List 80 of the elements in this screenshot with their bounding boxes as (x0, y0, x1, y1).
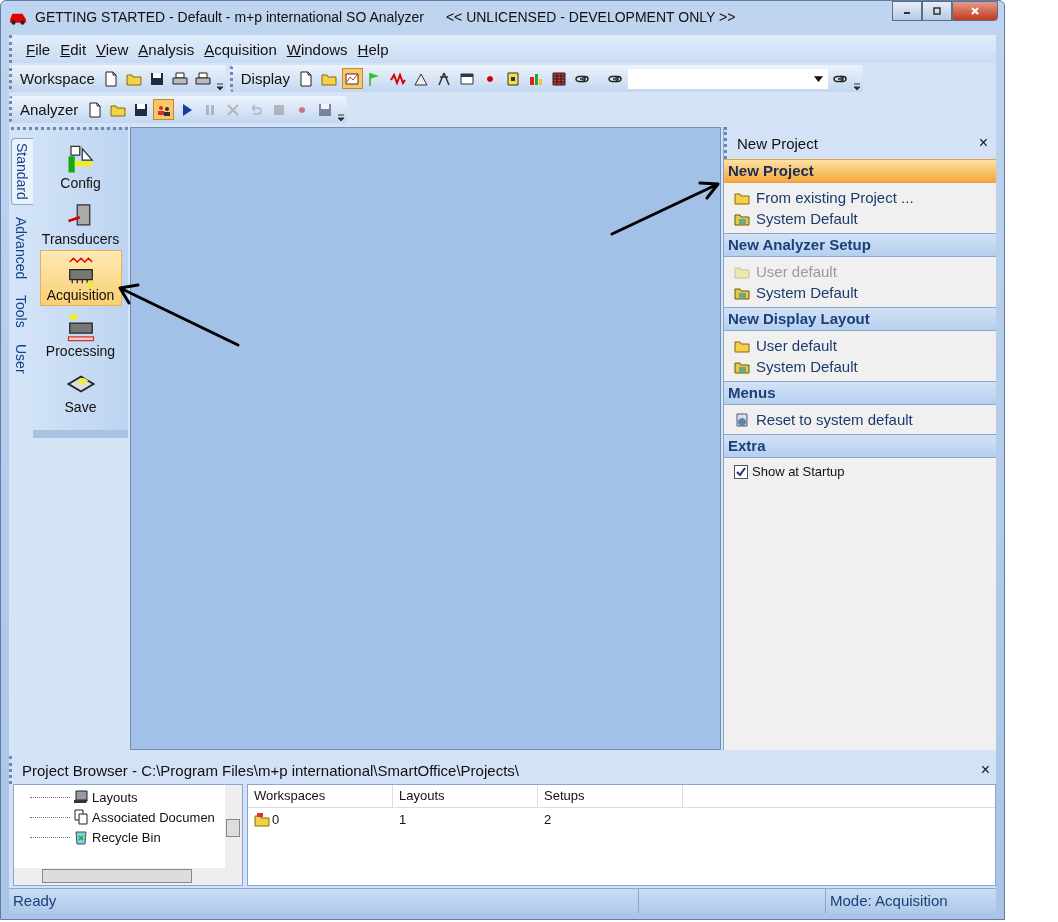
window-title: GETTING STARTED - Default - m+p international SO Analyzer (35, 9, 424, 25)
printer-icon (172, 70, 189, 87)
section-header: New Display Layout (724, 307, 996, 331)
document-icon (103, 70, 120, 87)
checkmark-icon (735, 465, 747, 478)
task-link[interactable]: System Default (734, 358, 988, 375)
section-header: Extra (724, 434, 996, 458)
note-icon (505, 70, 522, 87)
toolbar-label: Analyzer (19, 101, 80, 118)
table-icon (551, 70, 568, 87)
menu-item[interactable]: View (92, 38, 133, 60)
toolbar-button[interactable] (153, 99, 175, 120)
task-link[interactable]: System Default (734, 210, 988, 227)
sidebar-item[interactable]: Processing (39, 306, 122, 362)
tree-item[interactable]: Layouts (14, 787, 225, 807)
close-button[interactable]: × (980, 761, 990, 779)
reset-icon (734, 411, 750, 428)
document-icon (298, 70, 315, 87)
column-header[interactable]: Layouts (393, 785, 538, 807)
column-header[interactable]: Workspaces (248, 785, 393, 807)
task-link[interactable]: User default (734, 337, 988, 354)
task-link[interactable]: Reset to system default (734, 411, 988, 428)
panel-title: Project Browser - C:\Program Files\m+p international\SmartOffice\Projects\ (22, 761, 519, 779)
sidebar-item[interactable]: Save (39, 362, 122, 418)
maximize-icon (932, 6, 942, 16)
folder-icon (254, 811, 270, 827)
close-icon (970, 6, 980, 16)
minimize-button[interactable] (892, 1, 922, 21)
menu-item[interactable]: Acquisition (200, 38, 281, 60)
menu-item[interactable]: Windows (282, 38, 352, 60)
close-button[interactable] (952, 1, 998, 21)
wave-icon (390, 70, 407, 87)
toolbar-overflow-icon[interactable] (337, 112, 346, 122)
layout-icon (73, 789, 89, 805)
license-notice: << UNLICENSED - DEVELOPMENT ONLY >> (445, 9, 736, 25)
section-header: New Analyzer Setup (724, 233, 996, 257)
table-cell-text: 2 (543, 811, 553, 827)
caret-icon (813, 74, 823, 83)
printer-icon (195, 70, 212, 87)
recycle-bin-icon (73, 829, 89, 845)
chart-window-icon (344, 70, 361, 87)
tree-item[interactable]: Associated Documen (14, 807, 225, 827)
sidebar-tab[interactable]: Advanced (11, 212, 33, 284)
chip-icon (65, 313, 96, 343)
compass-icon (436, 70, 453, 87)
toolbar-label: Workspace (19, 70, 96, 87)
sidebar-tab[interactable]: Tools (11, 291, 33, 332)
sidebar-tab[interactable]: Standard (11, 138, 33, 205)
window-icon (459, 70, 476, 87)
toolbar-overflow-icon[interactable] (852, 81, 861, 91)
close-icon (224, 101, 241, 118)
toolbar-overflow-icon[interactable] (215, 81, 224, 91)
menu-item[interactable]: Help (353, 38, 393, 60)
tree-item[interactable]: Recycle Bin (14, 827, 225, 847)
close-button[interactable]: × (978, 134, 988, 152)
sidebar-tab[interactable]: User (11, 339, 33, 378)
menu-item[interactable]: Analysis (134, 38, 199, 60)
table-cell: 0 (248, 811, 393, 827)
table-cell-text: 1 (398, 811, 408, 827)
column-header[interactable]: Setups (538, 785, 683, 807)
vertical-scrollbar[interactable] (225, 785, 242, 868)
status-text: Mode: Acquisition (829, 891, 949, 911)
document-icon (86, 101, 103, 118)
pane-title: New Project (737, 134, 818, 152)
toolbar-label: Display (239, 70, 291, 87)
horizontal-scrollbar[interactable] (14, 868, 242, 885)
sidebar-item[interactable]: Config (39, 138, 122, 194)
status-text: Ready (9, 889, 639, 913)
task-link[interactable]: System Default (734, 284, 988, 301)
sidebar-item[interactable]: Acquisition (39, 250, 122, 306)
section-header: New Project (724, 159, 996, 183)
show-at-startup-checkbox[interactable]: Show at Startup (734, 464, 988, 479)
section-header: Menus (724, 381, 996, 405)
maximize-button[interactable] (922, 1, 952, 21)
menu-item[interactable]: File (22, 38, 55, 60)
task-link[interactable]: From existing Project ... (734, 189, 988, 206)
sidebar-item[interactable]: Transducers (39, 194, 122, 250)
dropdown-field[interactable] (627, 68, 828, 89)
documents-icon (73, 809, 89, 825)
menu-item[interactable]: Edit (56, 38, 91, 60)
